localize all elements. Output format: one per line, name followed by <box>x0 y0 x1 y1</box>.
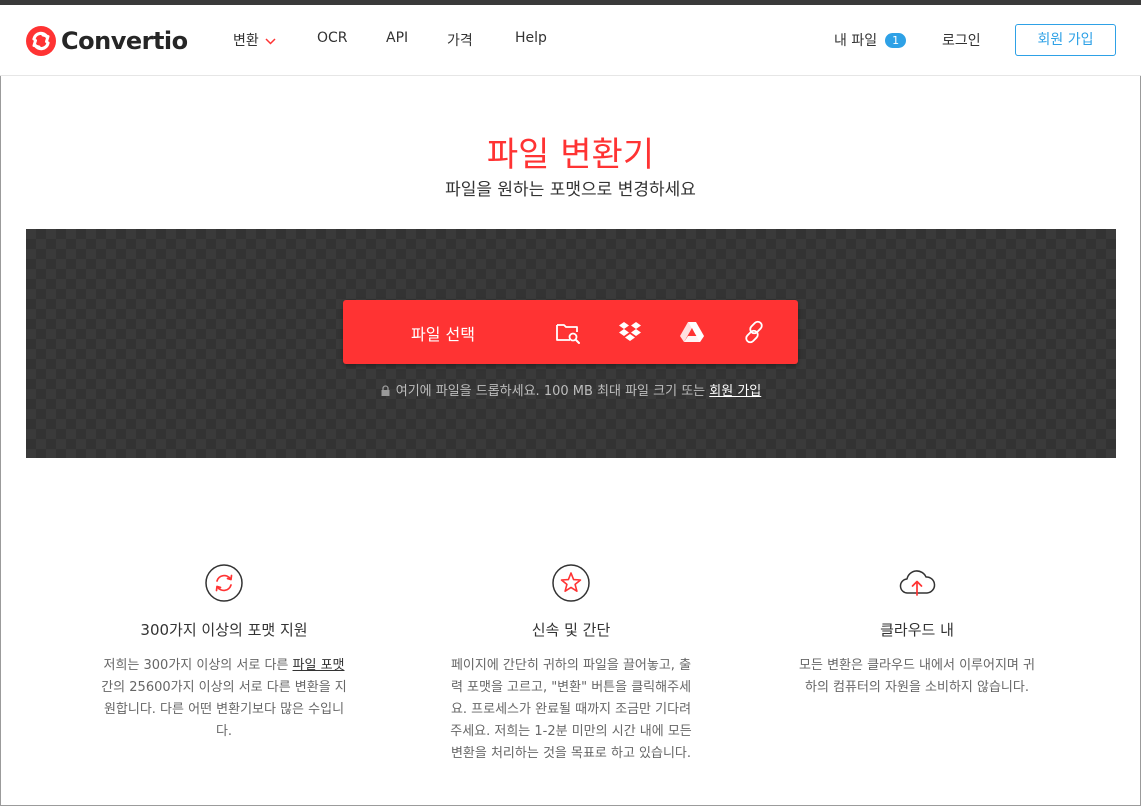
nav-convert-label: 변환 <box>233 33 259 49</box>
chevron-down-icon <box>265 33 276 49</box>
login-link[interactable]: 로그인 <box>942 30 981 50</box>
signup-button[interactable]: 회원 가입 <box>1015 24 1116 56</box>
my-files-count-badge: 1 <box>885 33 907 48</box>
convertio-logo-icon <box>26 26 56 56</box>
feature-description: 모든 변환은 클라우드 내에서 이루어지며 귀하의 컴퓨터의 자원을 소비하지 … <box>799 658 1035 695</box>
feature-title: 클라우드 내 <box>880 621 954 639</box>
nav-ocr[interactable]: OCR <box>317 30 348 46</box>
cloud-upload-icon <box>897 563 937 603</box>
nav-api[interactable]: API <box>386 30 408 46</box>
dropbox-icon[interactable] <box>617 319 643 345</box>
feature-desc-part: 저희는 300가지 이상의 서로 다른 <box>103 658 289 673</box>
site-header: Convertio 변환 OCR API 가격 Help 내 파일 1 로그인 회… <box>0 5 1141 76</box>
drop-hint-text: 여기에 파일을 드롭하세요. 100 MB 최대 파일 크기 또는 <box>395 384 706 399</box>
link-icon[interactable] <box>741 319 767 345</box>
feature-description: 저희는 300가지 이상의 서로 다른 파일 포맷 간의 25600가지 이상의… <box>101 655 347 743</box>
feature-desc-part: 간의 25600가지 이상의 서로 다른 변환을 지원합니다. 다른 어떤 변환… <box>101 680 347 739</box>
file-formats-link[interactable]: 파일 포맷 <box>293 658 345 673</box>
google-drive-icon[interactable] <box>679 319 705 345</box>
upload-dropzone[interactable]: 파일 선택 여기에 파일을 드롭하세요. 100 MB 최대 파일 크기 또는 … <box>26 229 1116 458</box>
nav-convert[interactable]: 변환 <box>233 30 276 50</box>
logo[interactable]: Convertio <box>26 25 188 57</box>
drop-hint-signup-link[interactable]: 회원 가입 <box>709 384 761 399</box>
my-files-label: 내 파일 <box>834 33 878 49</box>
nav-pricing[interactable]: 가격 <box>447 30 473 50</box>
feature-formats: 300가지 이상의 포맷 지원 저희는 300가지 이상의 서로 다른 파일 포… <box>74 563 374 743</box>
feature-description: 페이지에 간단히 귀하의 파일을 끌어놓고, 출력 포맷을 고르고, "변환" … <box>450 658 692 761</box>
feature-cloud: 클라우드 내 모든 변환은 클라우드 내에서 이루어지며 귀하의 컴퓨터의 자원… <box>767 563 1067 699</box>
star-icon <box>551 563 591 603</box>
nav-help[interactable]: Help <box>515 30 547 46</box>
feature-title: 신속 및 간단 <box>531 621 611 639</box>
lock-icon <box>381 385 390 400</box>
page-subtitle: 파일을 원하는 포맷으로 변경하세요 <box>445 180 696 200</box>
drop-hint: 여기에 파일을 드롭하세요. 100 MB 최대 파일 크기 또는 회원 가입 <box>26 380 1116 400</box>
page-title: 파일 변환기 <box>486 135 655 175</box>
feature-fast-simple: 신속 및 간단 페이지에 간단히 귀하의 파일을 끌어놓고, 출력 포맷을 고르… <box>421 563 721 765</box>
feature-title: 300가지 이상의 포맷 지원 <box>140 621 308 639</box>
my-files-link[interactable]: 내 파일 1 <box>834 30 907 50</box>
choose-files-label: 파일 선택 <box>411 325 475 344</box>
choose-files-button[interactable]: 파일 선택 <box>343 300 798 364</box>
brand-name: Convertio <box>61 27 188 55</box>
refresh-icon <box>204 563 244 603</box>
folder-search-icon[interactable] <box>555 319 581 345</box>
